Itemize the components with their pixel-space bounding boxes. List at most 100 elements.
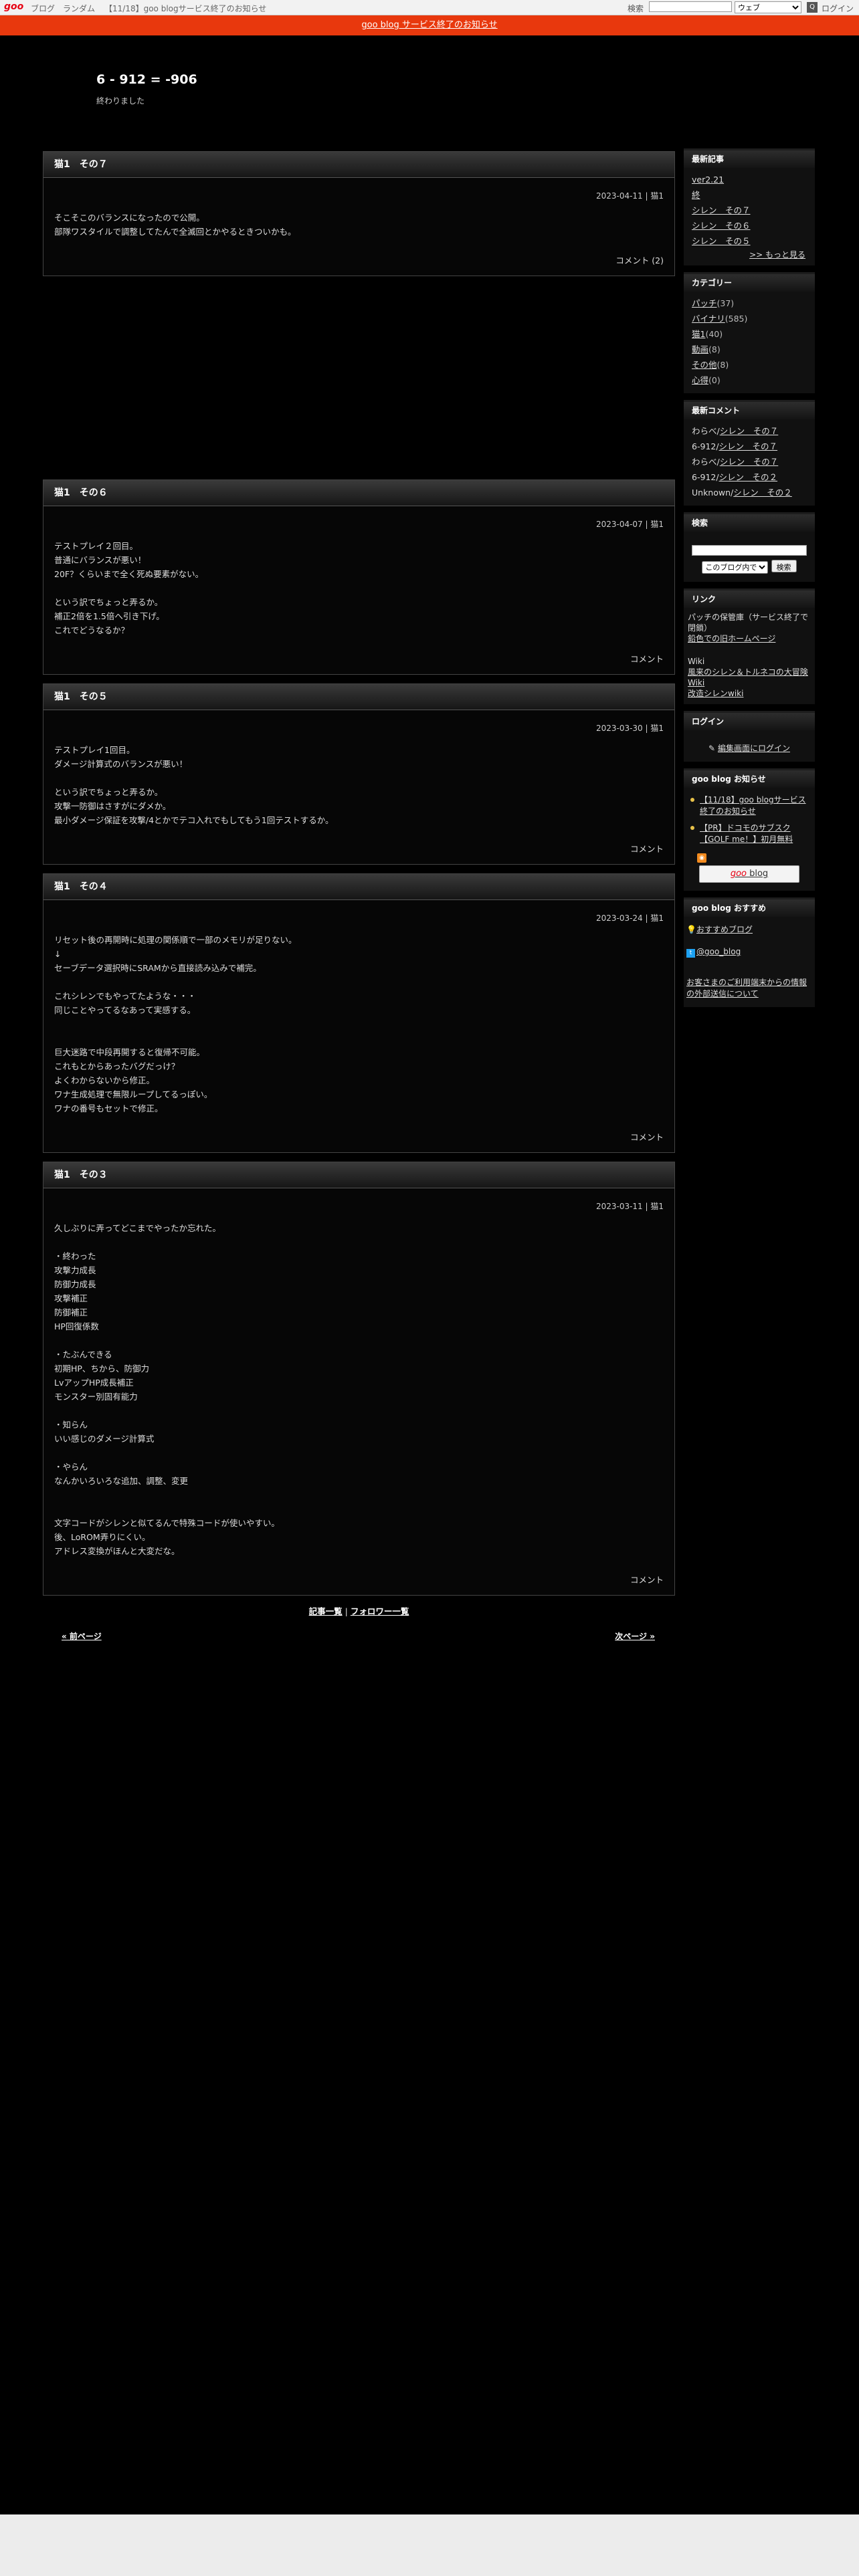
comment-post-link[interactable]: シレン その２ [733,488,792,498]
comment-link[interactable]: コメント (2) [43,239,674,276]
login-box: ログイン ✎ 編集画面にログイン [684,711,815,762]
entry-title[interactable]: 猫1 その６ [43,480,674,506]
category-count: (0) [708,375,721,385]
notice-link[interactable]: 【PR】ドコモのサブスク【GOLF me！】初月無料 [700,823,793,844]
article-list-link[interactable]: 記事一覧 [309,1606,343,1616]
follower-list-link[interactable]: フォロワー一覧 [351,1606,409,1616]
login-link[interactable]: ログイン [822,3,854,14]
footer-area [0,2514,859,2576]
service-notice-link[interactable]: goo blog サービス終了のお知らせ [361,20,497,30]
comment-author: 6-912/ [692,441,719,451]
entry-title[interactable]: 猫1 その５ [43,684,674,710]
blog-description: 終わりました [96,96,145,106]
recent-post-link[interactable]: 終 [692,190,700,200]
entry: 猫1 その３ 2023-03-11 | 猫1 久しぶりに弄ってどこまでやったか忘… [43,1162,675,1596]
twitter-link[interactable]: @goo_blog [696,947,741,956]
entry-body: テストプレイ２回目。 普通にバランスが悪い！ 20F？くらいまで全く死ぬ要素がな… [54,541,204,635]
bullet-icon [690,798,694,802]
link-shiren-wiki[interactable]: 風来のシレン＆トルネコの大冒険 Wiki [688,667,808,687]
category-count: (585) [725,314,748,324]
blog-search-input[interactable] [692,545,807,556]
category-link[interactable]: パッチ [692,298,717,308]
pencil-icon: ✎ [708,744,716,753]
comment-link[interactable]: コメント [43,827,674,864]
recommended-blog-link[interactable]: おすすめブログ [696,925,753,934]
service-notice-bar: goo blog サービス終了のお知らせ [0,15,859,35]
goo-logo[interactable]: goo [4,1,23,12]
search-icon[interactable]: Q [807,2,818,13]
rss-icon[interactable]: ◉ [697,853,706,863]
comment-link[interactable]: コメント [43,637,674,674]
comment-author: 6-912/ [692,472,719,482]
links-text: パッチの保管庫（サービス終了で閉鎖） [688,613,809,633]
recent-post-link[interactable]: シレン その６ [692,221,751,231]
entry-meta: 2023-03-11 | 猫1 [595,1202,664,1211]
blog-link[interactable]: ブログ [31,3,55,14]
recent-post-link[interactable]: ver2.21 [692,175,724,185]
search-box: 検索 このブログ内で 検索 [684,512,815,582]
category-link[interactable]: 猫1 [692,329,705,339]
category-link[interactable]: 心得 [692,375,708,385]
lightbulb-icon: 💡 [686,925,696,934]
entry-title[interactable]: 猫1 その３ [43,1162,674,1188]
blog-title[interactable]: 6 - 912 = -906 [96,72,197,87]
login-title: ログイン [684,713,815,730]
entry: 猫1 その７ 2023-04-11 | 猫1 そこそこのバランスになったので公開… [43,151,675,276]
category-link[interactable]: 動画 [692,344,708,354]
links-text: Wiki [688,657,705,666]
search-input[interactable] [649,1,732,12]
comment-author: わらべ/ [692,426,720,436]
recent-post-link[interactable]: シレン その７ [692,205,751,215]
category-count: (37) [717,298,735,308]
twitter-icon: t [686,949,695,958]
edit-login-link[interactable]: 編集画面にログイン [718,744,790,753]
separator: | [345,1606,348,1616]
comment-post-link[interactable]: シレン その７ [720,426,779,436]
entry-meta: 2023-03-24 | 猫1 [595,914,664,923]
ad-space [43,285,675,471]
pager: « 前ページ 次ページ » [43,1622,675,1649]
category-count: (40) [705,329,723,339]
notice-link[interactable]: 【11/18】goo blogサービス終了のお知らせ [700,795,806,816]
link-old-homepage[interactable]: 鉛色での旧ホームページ [688,634,775,643]
search-button[interactable]: 検索 [771,560,797,572]
links-box: リンク パッチの保管庫（サービス終了で閉鎖） 鉛色での旧ホームページ Wiki … [684,588,815,704]
search-engine-select[interactable]: ウェブ [735,1,801,13]
categories-title: カテゴリー [684,274,815,292]
category-link[interactable]: バイナリ [692,314,725,324]
main-column: 猫1 その７ 2023-04-11 | 猫1 そこそこのバランスになったので公開… [43,151,675,1649]
top-bar: goo ブログ ランダム 【11/18】goo blogサービス終了のお知らせ … [0,0,859,15]
entry-meta: 2023-04-11 | 猫1 [595,191,664,201]
entry-body: 久しぶりに弄ってどこまでやったか忘れた。 ・終わった 攻撃力成長 防御力成長 攻… [54,1223,280,1556]
category-link[interactable]: その他 [692,360,717,370]
search-scope-select[interactable]: このブログ内で [702,561,769,574]
comment-link[interactable]: コメント [43,1558,674,1595]
comment-post-link[interactable]: シレン その７ [719,441,778,451]
comment-post-link[interactable]: シレン その２ [719,472,778,482]
comment-post-link[interactable]: シレン その７ [720,457,779,467]
more-posts-link[interactable]: >> もっと見る [749,250,805,259]
next-page-link[interactable]: 次ページ » [615,1630,655,1642]
goo-blog-button[interactable]: goo blog [699,865,799,883]
recent-comments-title: 最新コメント [684,402,815,419]
category-count: (8) [708,344,721,354]
recent-posts-title: 最新記事 [684,150,815,168]
sidebar: 最新記事 ver2.21 終 シレン その７ シレン その６ シレン その５ >… [684,148,815,1014]
recommend-box: goo blog おすすめ 💡おすすめブログ t @goo_blog お客さまのご… [684,897,815,1007]
recent-post-link[interactable]: シレン その５ [692,236,751,246]
prev-page-link[interactable]: « 前ページ [62,1630,102,1642]
links-title: リンク [684,591,815,608]
entry-title[interactable]: 猫1 その４ [43,874,674,900]
entry-meta: 2023-04-07 | 猫1 [595,520,664,529]
comment-author: Unknown/ [692,488,734,498]
external-info-link[interactable]: お客さまのご利用端末からの情報の外部送信について [686,978,807,998]
comment-link[interactable]: コメント [43,1115,674,1152]
entry-meta: 2023-03-30 | 猫1 [595,724,664,733]
entry-body: テストプレイ1回目。 ダメージ計算式のバランスが悪い！ という訳でちょっと弄るか… [54,745,334,825]
entry: 猫1 その５ 2023-03-30 | 猫1 テストプレイ1回目。 ダメージ計算… [43,683,675,865]
bullet-icon [690,826,694,830]
random-link[interactable]: ランダム [63,3,95,14]
service-end-link[interactable]: 【11/18】goo blogサービス終了のお知らせ [104,3,266,14]
entry-title[interactable]: 猫1 その７ [43,152,674,178]
link-mod-wiki[interactable]: 改造シレンwiki [688,689,743,698]
